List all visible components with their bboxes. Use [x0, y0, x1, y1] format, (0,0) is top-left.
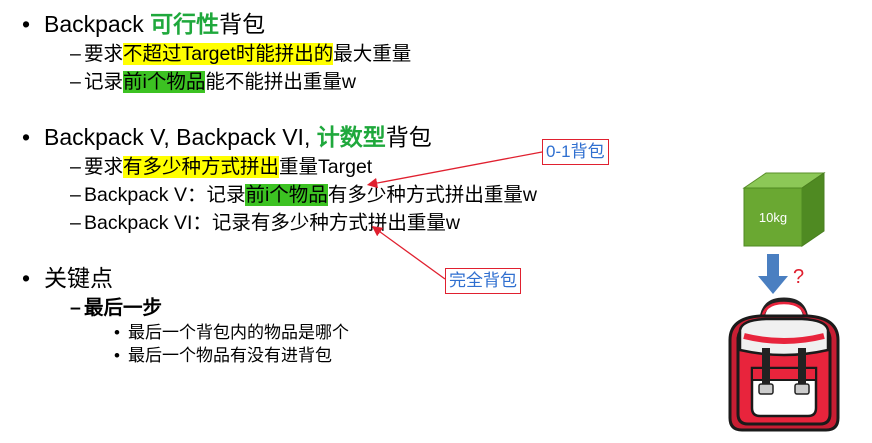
question-mark: ? [793, 266, 804, 288]
weight-label: 10kg [759, 210, 787, 225]
illustration-layer: 10kg ? [366, 151, 840, 432]
callout-connector-zero-one [366, 151, 543, 189]
callout-connector-complete [371, 225, 446, 280]
down-arrow-icon [758, 254, 788, 294]
backpack-icon [728, 297, 840, 432]
weight-box-icon: 10kg [742, 172, 826, 247]
